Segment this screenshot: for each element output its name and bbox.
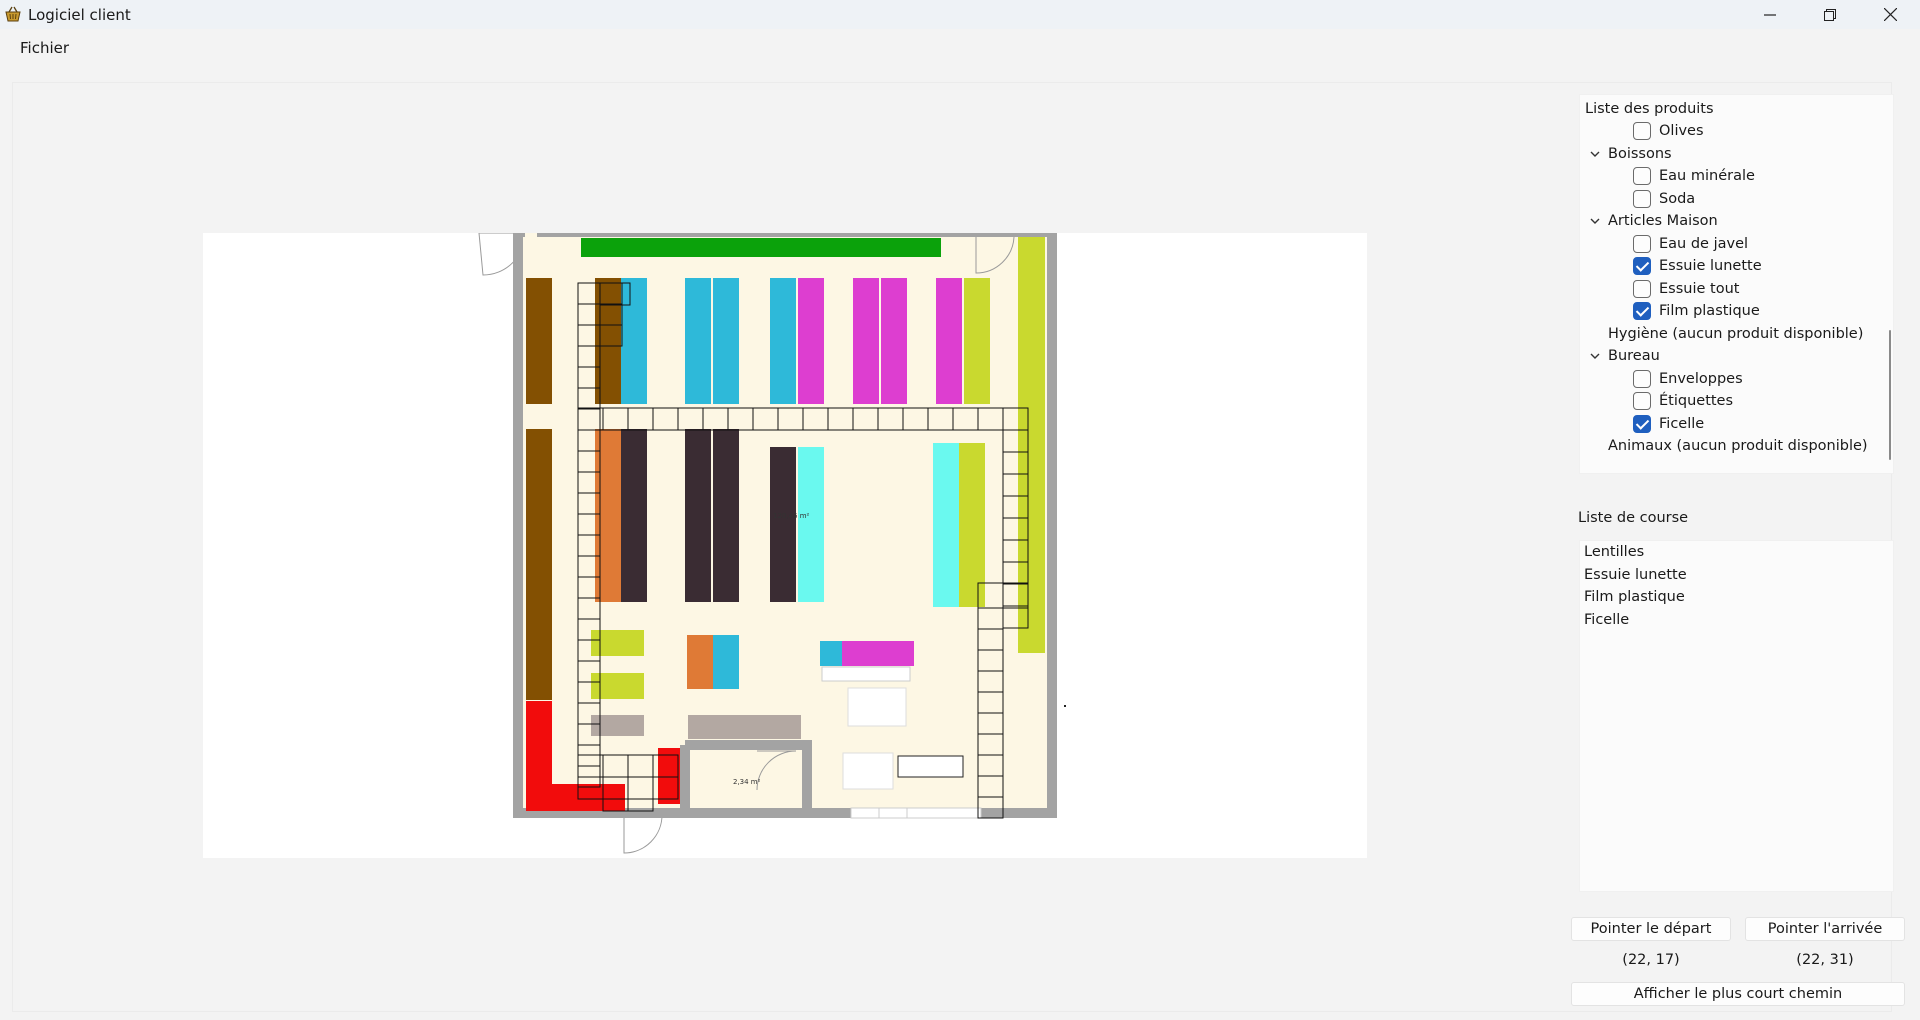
list-item[interactable]: Lentilles bbox=[1584, 544, 1644, 560]
shelf-magenta-1 bbox=[798, 278, 824, 404]
menu-fichier[interactable]: Fichier bbox=[20, 39, 69, 57]
tree-item-label[interactable]: Eau minérale bbox=[1659, 165, 1755, 187]
tree-scrollbar[interactable] bbox=[1889, 330, 1891, 460]
maximize-button[interactable] bbox=[1800, 0, 1860, 29]
shelf-green bbox=[581, 238, 941, 257]
shelf-dark-4 bbox=[770, 447, 796, 602]
shelf-magenta-4 bbox=[936, 278, 962, 404]
checkbox-eau-min-rale[interactable] bbox=[1633, 167, 1651, 185]
tree-item-label[interactable]: Soda bbox=[1659, 188, 1695, 210]
shelf-lime-mid bbox=[959, 443, 985, 607]
bottom-opening-3 bbox=[906, 807, 982, 819]
arrivee-coordinates: (22, 31) bbox=[1796, 952, 1854, 968]
shelf-lime-low-1 bbox=[591, 630, 644, 656]
tree-item-label[interactable]: Ficelle bbox=[1659, 413, 1704, 435]
title-bar: Logiciel client bbox=[0, 0, 1920, 29]
shelf-lime-right bbox=[1018, 237, 1045, 653]
bottom-opening-1 bbox=[850, 807, 880, 819]
menu-bar: Fichier bbox=[0, 29, 1920, 69]
area-label-storage: 2,34 m² bbox=[733, 778, 761, 786]
tree-item-label[interactable]: Étiquettes bbox=[1659, 390, 1733, 412]
shelf-brown-left-2 bbox=[526, 429, 552, 700]
minimize-button[interactable] bbox=[1740, 0, 1800, 29]
tree-item-label[interactable]: Essuie tout bbox=[1659, 278, 1739, 300]
checkbox-ficelle[interactable] bbox=[1633, 414, 1651, 433]
shelf-dark-3 bbox=[713, 429, 739, 602]
chevron-down-icon[interactable] bbox=[1588, 147, 1602, 161]
checkbox-film-plastique[interactable] bbox=[1633, 302, 1651, 320]
pointer-depart-button[interactable]: Pointer le départ bbox=[1571, 917, 1731, 941]
shelf-aqua-1 bbox=[798, 447, 824, 602]
tree-category-label[interactable]: Bureau bbox=[1608, 345, 1660, 367]
maximize-icon bbox=[1824, 8, 1836, 21]
shelf-dark-2 bbox=[685, 429, 711, 602]
checkbox-olives[interactable] bbox=[1633, 122, 1651, 140]
tree-item-label[interactable]: Essuie lunette bbox=[1659, 255, 1762, 277]
pointer-arrivee-button[interactable]: Pointer l'arrivée bbox=[1745, 917, 1905, 941]
shelf-cyan-4 bbox=[770, 278, 796, 404]
tree-item-label[interactable]: Enveloppes bbox=[1659, 368, 1743, 390]
shelf-magenta-3 bbox=[881, 278, 907, 404]
shelf-brown-top bbox=[595, 278, 621, 404]
door-bottom bbox=[623, 814, 663, 854]
tree-header: Liste des produits bbox=[1585, 101, 1714, 117]
shelf-magenta-2 bbox=[853, 278, 879, 404]
shelf-lime-top bbox=[964, 278, 990, 404]
list-item[interactable]: Ficelle bbox=[1584, 612, 1629, 628]
course-list[interactable]: Lentilles Essuie lunette Film plastique … bbox=[1579, 540, 1894, 892]
depart-coordinates: (22, 17) bbox=[1622, 952, 1680, 968]
close-icon bbox=[1883, 8, 1897, 21]
tree-item-label[interactable]: Film plastique bbox=[1659, 300, 1760, 322]
minimize-icon bbox=[1764, 13, 1776, 16]
shopping-basket-icon bbox=[5, 6, 21, 22]
product-tree[interactable]: Liste des produits Olives Boissons Eau min… bbox=[1579, 94, 1894, 474]
tree-category-label[interactable]: Articles Maison bbox=[1608, 210, 1718, 232]
counter-outline bbox=[897, 755, 964, 778]
shelf-red-bottom bbox=[526, 784, 625, 811]
checkout-area-2 bbox=[842, 752, 894, 790]
list-item[interactable]: Film plastique bbox=[1584, 589, 1685, 605]
checkbox-essuie-lunette[interactable] bbox=[1633, 257, 1651, 275]
shelf-cyan-3 bbox=[713, 278, 739, 404]
checkbox-enveloppes[interactable] bbox=[1633, 369, 1651, 388]
bottom-opening-2 bbox=[878, 807, 908, 819]
checkout-area bbox=[847, 687, 907, 727]
window-title: Logiciel client bbox=[28, 6, 131, 24]
chevron-down-icon[interactable] bbox=[1588, 214, 1602, 228]
shelf-cyan-low bbox=[713, 635, 739, 689]
shelf-orange-mid bbox=[595, 429, 621, 602]
checkbox-essuie-tout[interactable] bbox=[1633, 279, 1651, 298]
floor-plan[interactable]: 120,46 m² 2,34 m² bbox=[203, 233, 1367, 858]
dot-marker bbox=[1064, 705, 1066, 707]
tree-item-label[interactable]: Olives bbox=[1659, 120, 1704, 142]
checkout-desk bbox=[821, 666, 911, 682]
tree-item-label[interactable]: Eau de javel bbox=[1659, 233, 1748, 255]
shelf-orange-low bbox=[687, 635, 713, 689]
counter-magenta bbox=[842, 641, 914, 666]
wall-top-gap bbox=[525, 233, 537, 237]
shelf-grey-small bbox=[591, 715, 644, 736]
counter-cyan bbox=[820, 641, 842, 666]
tree-category-label[interactable]: Boissons bbox=[1608, 143, 1672, 165]
store-map[interactable]: 120,46 m² 2,34 m² bbox=[203, 233, 1367, 858]
shelf-lime-low-2 bbox=[591, 673, 644, 699]
list-item[interactable]: Essuie lunette bbox=[1584, 567, 1687, 583]
shelf-grey-long bbox=[688, 715, 801, 739]
checkbox-soda[interactable] bbox=[1633, 189, 1651, 208]
chevron-down-icon[interactable] bbox=[1588, 349, 1602, 363]
checkbox--tiquettes[interactable] bbox=[1633, 392, 1651, 410]
course-list-label: Liste de course bbox=[1578, 510, 1689, 526]
checkbox-eau-de-javel[interactable] bbox=[1633, 234, 1651, 253]
shelf-dark-1 bbox=[621, 429, 647, 602]
show-shortest-path-button[interactable]: Afficher le plus court chemin bbox=[1571, 982, 1905, 1006]
close-button[interactable] bbox=[1860, 0, 1920, 29]
shelf-cyan-2 bbox=[685, 278, 711, 404]
tree-category-label[interactable]: Animaux (aucun produit disponible) bbox=[1608, 435, 1868, 457]
shelf-cyan-1 bbox=[621, 278, 647, 404]
shelf-brown-left-1 bbox=[526, 278, 552, 404]
tree-category-label[interactable]: Hygiène (aucun produit disponible) bbox=[1608, 323, 1863, 345]
shelf-aqua-2 bbox=[933, 443, 959, 607]
area-label-main: 120,46 m² bbox=[773, 512, 810, 520]
